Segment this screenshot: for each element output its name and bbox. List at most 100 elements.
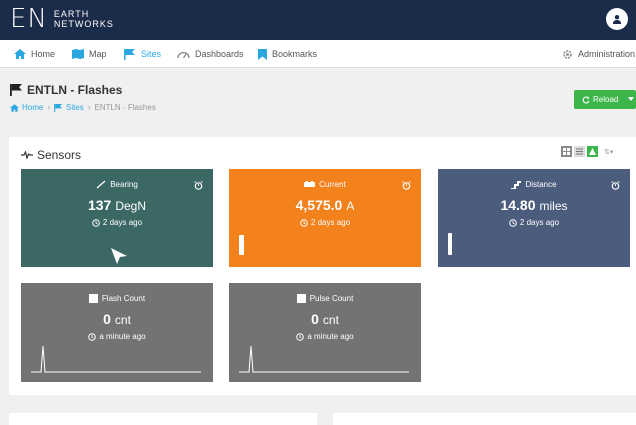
nav-administration[interactable]: Administration [562, 40, 635, 68]
sensor-tile-distance[interactable]: Distance 14.80 miles 2 days ago [438, 169, 630, 267]
square-icon [88, 294, 98, 303]
nav-bookmarks[interactable]: Bookmarks [258, 40, 317, 68]
tile-unit: cnt [322, 313, 339, 327]
nav-sites[interactable]: Sites [124, 40, 161, 68]
map-icon [72, 49, 84, 59]
main-nav: Home Map Sites Dashboards Bookmarks Admi… [0, 40, 636, 68]
sensors-panel-title: Sensors [21, 148, 81, 162]
tile-timestamp: 2 days ago [229, 218, 421, 227]
earth-networks-logo[interactable]: EN EARTH NETWORKS [10, 6, 114, 32]
tile-value-number: 4,575.0 [295, 197, 343, 213]
current-icon [304, 181, 316, 188]
user-menu-button[interactable] [606, 8, 628, 30]
chevron-down-icon[interactable] [628, 97, 634, 101]
reload-button[interactable]: Reload [574, 90, 636, 109]
list-view-icon[interactable] [574, 146, 585, 157]
user-icon [613, 15, 621, 24]
alarm-clock-icon[interactable] [194, 177, 203, 195]
nav-dashboards[interactable]: Dashboards [177, 40, 244, 68]
page-title-text: ENTLN - Flashes [27, 83, 123, 97]
sensor-tile-current[interactable]: Current 4,575.0 A 2 days ago [229, 169, 421, 267]
nav-home-label: Home [31, 49, 56, 59]
distance-icon [511, 180, 522, 189]
tile-time-text: 2 days ago [519, 218, 560, 227]
refresh-icon [582, 95, 590, 104]
clock-icon [509, 218, 517, 227]
sensor-tile-bearing[interactable]: Bearing 137 DegN 2 days ago [21, 169, 213, 267]
alarm-view-icon[interactable] [587, 146, 598, 157]
flag-icon [10, 84, 23, 96]
sort-dropdown[interactable]: ⇅▾ [604, 148, 613, 156]
logo-line1: EARTH [53, 9, 90, 19]
view-toolbar: ⇅▾ [559, 146, 613, 157]
tile-gauge-bar [448, 233, 452, 255]
tile-header: Distance [438, 180, 630, 189]
tile-unit: cnt [114, 313, 131, 327]
tile-header: Pulse Count [229, 294, 421, 303]
breadcrumb-current: ENTLN - Flashes [94, 103, 156, 112]
nav-sites-label: Sites [141, 49, 162, 59]
tile-value-number: 0 [103, 311, 111, 327]
alarm-clock-icon[interactable] [611, 177, 620, 195]
grid-view-icon[interactable] [561, 146, 572, 157]
pulse-icon [21, 151, 33, 159]
home-icon [10, 103, 19, 112]
nav-bookmarks-label: Bookmarks [272, 49, 318, 59]
top-header: EN EARTH NETWORKS [0, 0, 636, 40]
home-icon [14, 49, 26, 59]
breadcrumb-separator: › [87, 103, 91, 112]
tile-timestamp: a minute ago [229, 332, 421, 341]
tile-gauge-bar [239, 235, 244, 255]
page-title: ENTLN - Flashes [10, 83, 122, 97]
clock-icon [300, 218, 308, 227]
clock-icon [296, 332, 305, 341]
tile-name: Bearing [110, 180, 138, 189]
tile-value: 0 cnt [229, 311, 421, 327]
tile-value: 14.80 miles [438, 197, 630, 213]
clock-icon [88, 332, 97, 341]
bearing-arrow-icon [111, 248, 127, 264]
nav-map-label: Map [89, 49, 107, 59]
breadcrumb-home[interactable]: Home [22, 103, 43, 112]
clock-icon [92, 218, 100, 227]
lower-panel-left [9, 413, 317, 425]
dashboard-icon [177, 50, 190, 59]
bookmark-icon [258, 48, 267, 60]
nav-administration-label: Administration [578, 49, 636, 59]
tile-time-text: a minute ago [99, 332, 146, 341]
lower-panel-right [333, 413, 636, 425]
tile-timestamp: a minute ago [21, 332, 213, 341]
logo-name: EARTH NETWORKS [54, 9, 114, 29]
sparkline [31, 345, 201, 373]
tile-unit: DegN [115, 199, 147, 213]
page-header: ENTLN - Flashes Home › Sites › ENTLN - F… [0, 69, 636, 129]
tile-value: 4,575.0 A [229, 197, 421, 213]
sensor-tile-flash-count[interactable]: Flash Count 0 cnt a minute ago [21, 283, 213, 382]
tile-header: Flash Count [21, 294, 213, 303]
square-icon [296, 294, 306, 303]
reload-button-label: Reload [593, 95, 619, 104]
nav-home[interactable]: Home [14, 40, 55, 68]
breadcrumb: Home › Sites › ENTLN - Flashes [10, 103, 156, 112]
flag-icon [124, 48, 136, 60]
tile-unit: miles [539, 199, 568, 213]
tile-name: Distance [525, 180, 557, 189]
tile-value: 0 cnt [21, 311, 213, 327]
sparkline [239, 345, 409, 373]
breadcrumb-separator: › [47, 103, 51, 112]
tile-timestamp: 2 days ago [21, 218, 213, 227]
tile-value-number: 0 [311, 311, 319, 327]
breadcrumb-sites[interactable]: Sites [66, 103, 84, 112]
bearing-icon [96, 180, 106, 189]
tile-header: Current [229, 180, 421, 189]
tile-time-text: 2 days ago [102, 218, 143, 227]
alarm-clock-icon[interactable] [402, 177, 411, 195]
sensor-tile-pulse-count[interactable]: Pulse Count 0 cnt a minute ago [229, 283, 421, 382]
tile-name: Flash Count [101, 294, 146, 303]
nav-map[interactable]: Map [72, 40, 107, 68]
tile-name: Pulse Count [309, 294, 354, 303]
flag-icon [54, 103, 63, 112]
tile-name: Current [319, 180, 346, 189]
gear-icon [562, 49, 573, 60]
nav-dashboards-label: Dashboards [195, 49, 244, 59]
